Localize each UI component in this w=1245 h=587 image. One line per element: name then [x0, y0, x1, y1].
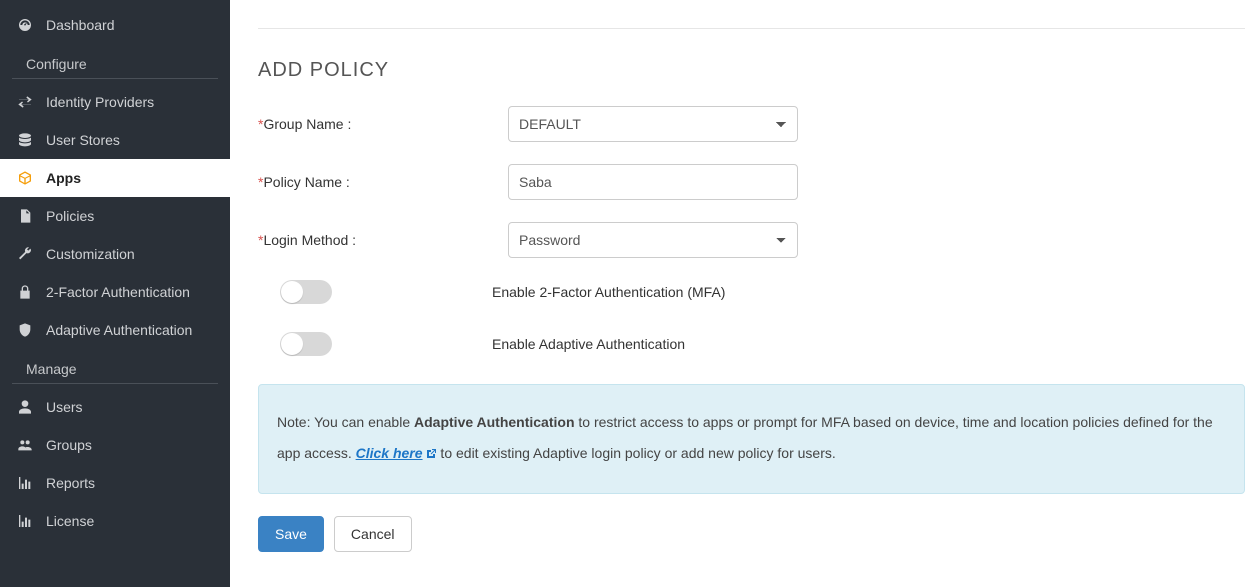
external-link-icon [425, 440, 437, 471]
mfa-toggle[interactable] [280, 280, 332, 304]
sidebar-item-user-stores[interactable]: User Stores [0, 121, 230, 159]
sidebar-item-license[interactable]: License [0, 502, 230, 540]
sidebar-item-label: Dashboard [46, 17, 115, 33]
sidebar-item-label: Apps [46, 170, 81, 186]
login-method-label: *Login Method : [258, 232, 508, 248]
label-text: Login Method : [263, 232, 356, 248]
lock-icon [14, 284, 36, 300]
user-icon [14, 399, 36, 415]
sidebar: Dashboard Configure Identity Providers U… [0, 0, 230, 587]
note-suffix: to edit existing Adaptive login policy o… [437, 445, 836, 461]
sidebar-item-label: Customization [46, 246, 135, 262]
swap-icon [14, 94, 36, 110]
gauge-icon [14, 17, 36, 33]
sidebar-item-groups[interactable]: Groups [0, 426, 230, 464]
chart-icon [14, 513, 36, 529]
note-link[interactable]: Click here [356, 445, 437, 461]
info-note: Note: You can enable Adaptive Authentica… [258, 384, 1245, 494]
shield-icon [14, 322, 36, 338]
sidebar-item-policies[interactable]: Policies [0, 197, 230, 235]
toggle-knob [281, 333, 303, 355]
chart-icon [14, 475, 36, 491]
adaptive-toggle-label: Enable Adaptive Authentication [492, 336, 685, 352]
group-name-select[interactable]: DEFAULT [508, 106, 798, 142]
users-icon [14, 437, 36, 453]
policy-name-input[interactable] [508, 164, 798, 200]
cancel-button[interactable]: Cancel [334, 516, 412, 552]
group-name-label: *Group Name : [258, 116, 508, 132]
database-icon [14, 132, 36, 148]
document-icon [14, 208, 36, 224]
login-method-select[interactable]: Password [508, 222, 798, 258]
sidebar-item-identity-providers[interactable]: Identity Providers [0, 83, 230, 121]
sidebar-item-label: Groups [46, 437, 92, 453]
sidebar-item-label: Reports [46, 475, 95, 491]
sidebar-item-label: 2-Factor Authentication [46, 284, 190, 300]
sidebar-item-customization[interactable]: Customization [0, 235, 230, 273]
policy-name-label: *Policy Name : [258, 174, 508, 190]
sidebar-item-label: Policies [46, 208, 94, 224]
sidebar-item-label: Users [46, 399, 83, 415]
sidebar-item-label: Adaptive Authentication [46, 322, 192, 338]
sidebar-item-adaptive[interactable]: Adaptive Authentication [0, 311, 230, 349]
wrench-icon [14, 246, 36, 262]
main-content: ADD POLICY *Group Name : DEFAULT *Policy… [230, 0, 1245, 587]
sidebar-item-apps[interactable]: Apps [0, 159, 230, 197]
sidebar-section-configure: Configure [12, 46, 218, 79]
sidebar-section-manage: Manage [12, 351, 218, 384]
sidebar-item-users[interactable]: Users [0, 388, 230, 426]
note-bold: Adaptive Authentication [414, 414, 575, 430]
sidebar-item-label: Identity Providers [46, 94, 154, 110]
page-title: ADD POLICY [258, 59, 1245, 82]
sidebar-item-label: License [46, 513, 94, 529]
sidebar-item-reports[interactable]: Reports [0, 464, 230, 502]
toggle-knob [281, 281, 303, 303]
mfa-toggle-label: Enable 2-Factor Authentication (MFA) [492, 284, 725, 300]
label-text: Policy Name : [263, 174, 349, 190]
adaptive-toggle[interactable] [280, 332, 332, 356]
cube-icon [14, 170, 36, 186]
note-link-text: Click here [356, 445, 423, 461]
note-prefix: Note: You can enable [277, 414, 414, 430]
sidebar-item-label: User Stores [46, 132, 120, 148]
save-button[interactable]: Save [258, 516, 324, 552]
sidebar-item-dashboard[interactable]: Dashboard [0, 6, 230, 44]
label-text: Group Name : [263, 116, 351, 132]
sidebar-item-2fa[interactable]: 2-Factor Authentication [0, 273, 230, 311]
